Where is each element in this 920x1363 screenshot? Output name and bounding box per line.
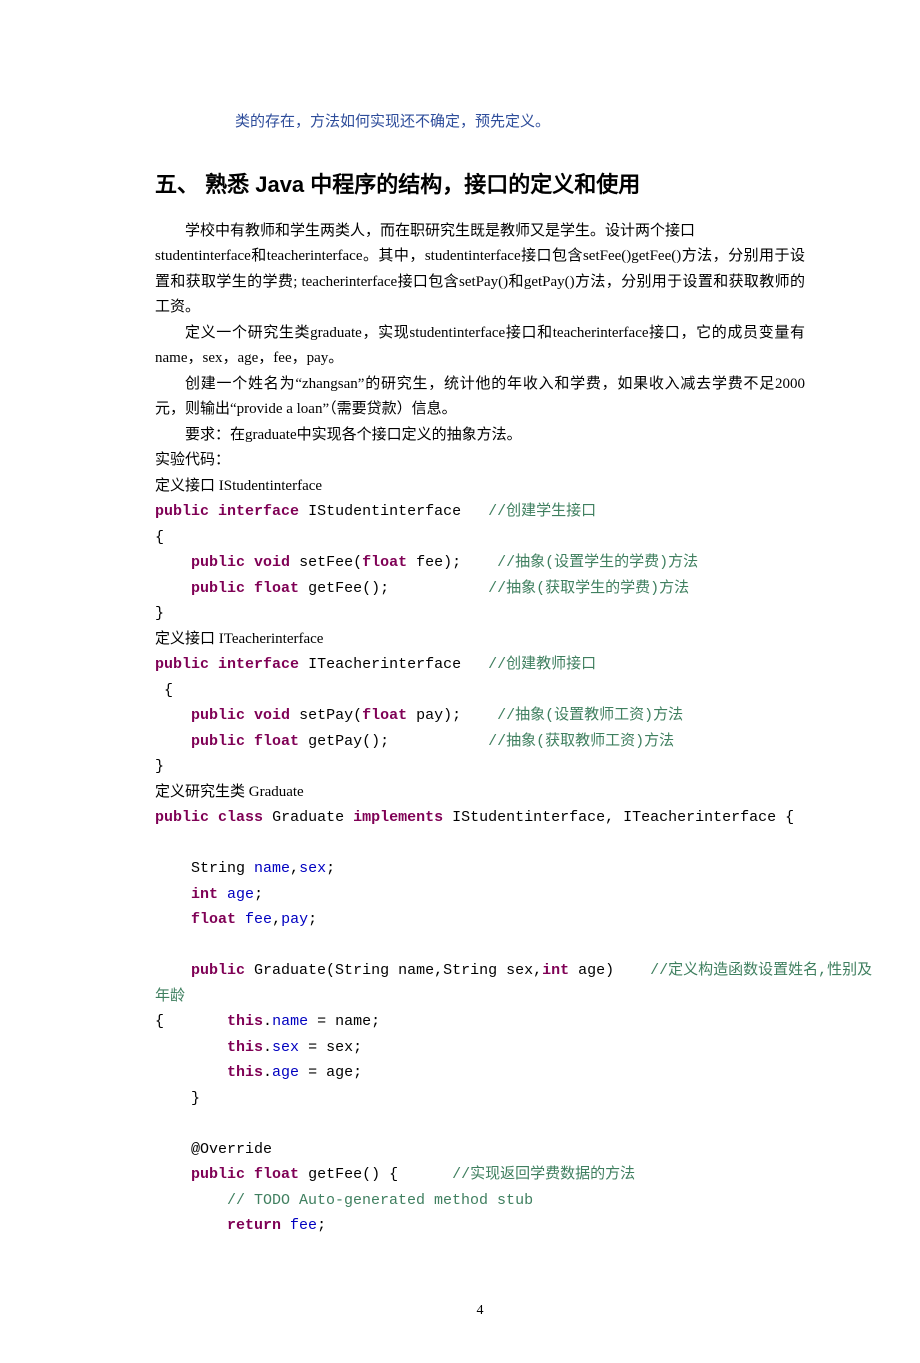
page-number: 4 [155,1299,805,1323]
paragraph-2: 定义一个研究生类graduate，实现studentinterface接口和te… [155,321,805,372]
code-teacher-interface: public interface ITeacherinterface //创建教… [155,652,805,780]
code-student-interface: public interface IStudentinterface //创建学… [155,499,805,627]
top-note-text: 类的存在，方法如何实现还不确定，预先定义。 [235,110,805,136]
paragraph-4: 要求：在graduate中实现各个接口定义的抽象方法。 [155,423,805,449]
code-graduate-class: public class Graduate implements IStuden… [155,805,805,984]
code-comment-continuation: 年龄 [155,984,805,1010]
paragraph-1a: 学校中有教师和学生两类人，而在职研究生既是教师又是学生。设计两个接口 [155,219,805,245]
label-graduate-class: 定义研究生类 Graduate [155,780,805,806]
paragraph-1b: studentinterface和teacherinterface。其中，stu… [155,244,805,321]
paragraph-3: 创建一个姓名为“zhangsan”的研究生，统计他的年收入和学费，如果收入减去学… [155,372,805,423]
label-teacher-interface: 定义接口 ITeacherinterface [155,627,805,653]
label-student-interface: 定义接口 IStudentinterface [155,474,805,500]
section-heading: 五、 熟悉 Java 中程序的结构，接口的定义和使用 [155,166,805,203]
label-experiment-code: 实验代码： [155,448,805,474]
code-graduate-body: { this.name = name; this.sex = sex; this… [155,1009,805,1239]
